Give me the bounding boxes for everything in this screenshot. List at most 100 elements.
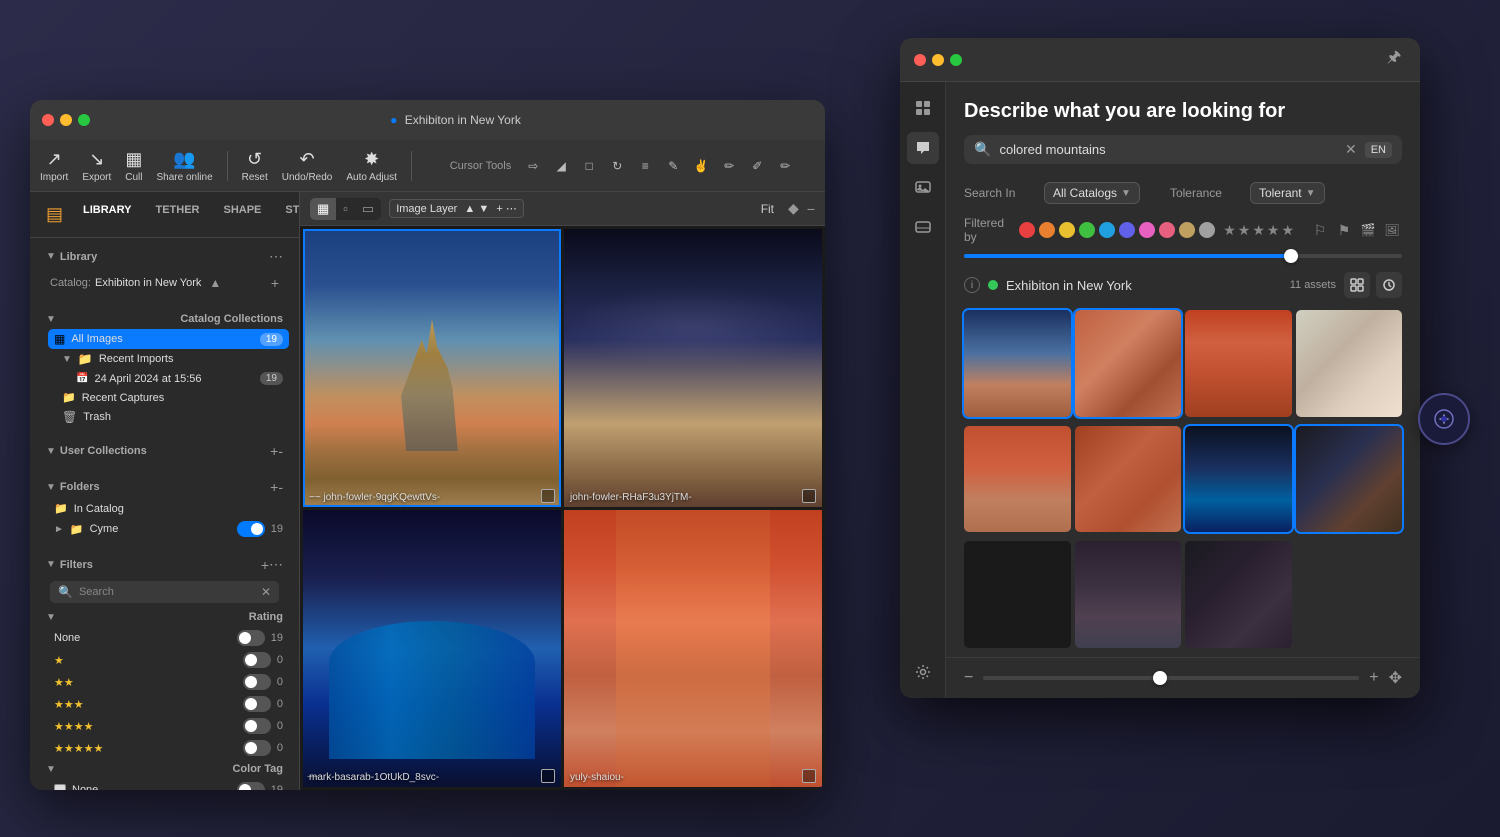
nav-library[interactable]: LIBRARY <box>73 200 141 229</box>
nav-style[interactable]: STYLE <box>275 200 300 229</box>
cull-button[interactable]: ▦ Cull <box>125 149 142 183</box>
photo-checkbox-3[interactable] <box>541 769 555 783</box>
tolerance-select[interactable]: Tolerant ▼ <box>1250 182 1325 204</box>
result-thumb-8[interactable] <box>1296 426 1403 533</box>
flag-btn-4[interactable]: 🖼 <box>1382 220 1402 240</box>
info-icon[interactable]: i <box>964 277 980 293</box>
catalog-chevron[interactable]: ▲ <box>209 276 221 290</box>
folders-add[interactable]: + <box>270 479 278 495</box>
search-clear-btn[interactable]: ✕ <box>1345 141 1357 158</box>
panel-close-btn[interactable] <box>914 54 926 66</box>
single-view-btn[interactable]: ▭ <box>355 198 381 220</box>
folders-header[interactable]: ▼ Folders + - <box>40 475 289 499</box>
color-tag-header[interactable]: ▼ Color Tag <box>40 759 289 779</box>
grid-view-btn[interactable]: ▦ <box>310 198 336 220</box>
recent-imports-item[interactable]: ▼ 📁 Recent Imports <box>48 349 289 369</box>
result-action-btn-2[interactable] <box>1376 272 1402 298</box>
panel-pin-icon[interactable]: 🖈 <box>1382 48 1406 72</box>
photo-cell-1[interactable]: −− john-fowler-9qgKQewttVs- <box>303 229 561 507</box>
undo-redo-button[interactable]: ↶ Undo/Redo <box>282 149 333 183</box>
panel-maximize-btn[interactable] <box>950 54 962 66</box>
star-1[interactable]: ★ <box>1223 222 1236 239</box>
filter-color-orange[interactable] <box>1039 222 1055 238</box>
adjust-icon[interactable]: − <box>807 201 815 217</box>
in-catalog-item[interactable]: 📁 In Catalog <box>48 499 289 518</box>
nav-icon-folder[interactable]: ▤ <box>40 200 69 229</box>
rating-2-toggle[interactable] <box>243 674 271 690</box>
filters-add[interactable]: + <box>261 557 269 573</box>
catalog-collections-header[interactable]: ▼ Catalog Collections <box>40 309 289 329</box>
library-section-header[interactable]: ▼ Library ⋯ <box>40 244 289 269</box>
photo-checkbox-2[interactable] <box>802 489 816 503</box>
library-more-icon[interactable]: ⋯ <box>269 248 283 265</box>
cursor-tool-2[interactable]: ◢ <box>549 155 573 177</box>
recent-captures-item[interactable]: 📁 Recent Captures <box>48 388 289 407</box>
result-action-btn-1[interactable] <box>1344 272 1370 298</box>
cursor-tool-8[interactable]: ✏ <box>717 155 741 177</box>
filter-color-yellow[interactable] <box>1059 222 1075 238</box>
star-3[interactable]: ★ <box>1252 222 1265 239</box>
cursor-tool-5[interactable]: ≡ <box>633 155 657 177</box>
panel-minimize-btn[interactable] <box>932 54 944 66</box>
rating-2-item[interactable]: ★★ 0 <box>48 671 289 693</box>
cyme-item[interactable]: ► 📁 Cyme 19 <box>48 518 289 540</box>
nav-tether[interactable]: TETHER <box>146 200 210 229</box>
cursor-tool-4[interactable]: ↻ <box>605 155 629 177</box>
rating-4-toggle[interactable] <box>243 718 271 734</box>
maximize-button[interactable] <box>78 114 90 126</box>
photo-checkbox-1[interactable] <box>541 489 555 503</box>
folders-remove[interactable]: - <box>278 479 283 495</box>
share-online-button[interactable]: 👥 Share online <box>156 149 212 183</box>
result-thumb-1[interactable] <box>964 310 1071 417</box>
flag-btn-1[interactable]: ⚐ <box>1310 220 1330 240</box>
close-button[interactable] <box>42 114 54 126</box>
star-2[interactable]: ★ <box>1238 222 1251 239</box>
panel-chat-btn[interactable] <box>907 132 939 164</box>
panel-settings-btn[interactable] <box>907 656 939 688</box>
panel-image2-btn[interactable] <box>907 212 939 244</box>
lang-badge[interactable]: EN <box>1365 142 1392 158</box>
panel-image-btn[interactable] <box>907 172 939 204</box>
result-thumb-11[interactable] <box>1185 541 1292 648</box>
photo-cell-3[interactable]: −− mark-basarab-1OtUkD_8svc- <box>303 510 561 788</box>
cyme-toggle[interactable] <box>237 521 265 537</box>
flag-btn-3[interactable]: 🎬 <box>1358 220 1378 240</box>
layer-select[interactable]: Image Layer ▲ ▼ + ⋯ <box>389 199 524 218</box>
search-input[interactable] <box>999 142 1337 157</box>
user-collections-add[interactable]: + <box>270 443 278 459</box>
color-none-item[interactable]: None 19 <box>48 779 289 790</box>
user-collections-header[interactable]: ▼ User Collections + - <box>40 439 289 463</box>
catalog-add-icon[interactable]: + <box>271 275 279 291</box>
photo-cell-4[interactable]: yuly-shaiou- <box>564 510 822 788</box>
zoom-thumb[interactable] <box>1153 671 1167 685</box>
rating-5-toggle[interactable] <box>243 740 271 756</box>
photo-cell-2[interactable]: john-fowler-RHaF3u3YjTM- <box>564 229 822 507</box>
rating-header[interactable]: ▼ Rating <box>40 607 289 627</box>
grid-size-btn[interactable]: ✥ <box>1389 668 1402 688</box>
ai-action-button[interactable] <box>1418 393 1470 445</box>
auto-adjust-button[interactable]: ✸ Auto Adjust <box>346 149 397 183</box>
result-thumb-6[interactable] <box>1075 426 1182 533</box>
compare-icon[interactable]: ◆ <box>788 200 799 217</box>
cursor-tool-9[interactable]: ✐ <box>745 155 769 177</box>
cursor-tool-7[interactable]: ✌ <box>689 155 713 177</box>
result-thumb-2[interactable] <box>1075 310 1182 417</box>
zoom-out-btn[interactable]: − <box>964 669 973 687</box>
result-thumb-5[interactable] <box>964 426 1071 533</box>
filters-more[interactable]: ⋯ <box>269 556 283 573</box>
color-none-toggle[interactable] <box>237 782 265 790</box>
photo-checkbox-4[interactable] <box>802 769 816 783</box>
search-in-select[interactable]: All Catalogs ▼ <box>1044 182 1140 204</box>
rating-3-item[interactable]: ★★★ 0 <box>48 693 289 715</box>
cursor-tool-10[interactable]: ✏ <box>773 155 797 177</box>
result-thumb-7[interactable] <box>1185 426 1292 533</box>
similarity-slider[interactable] <box>964 254 1402 258</box>
filmstrip-view-btn[interactable]: ▫ <box>336 198 355 220</box>
panel-grid-btn[interactable] <box>907 92 939 124</box>
result-thumb-4[interactable] <box>1296 310 1403 417</box>
filter-color-purple[interactable] <box>1119 222 1135 238</box>
rating-3-toggle[interactable] <box>243 696 271 712</box>
result-thumb-9[interactable] <box>964 541 1071 648</box>
filter-search-clear[interactable]: ✕ <box>261 585 271 599</box>
rating-5-item[interactable]: ★★★★★ 0 <box>48 737 289 759</box>
